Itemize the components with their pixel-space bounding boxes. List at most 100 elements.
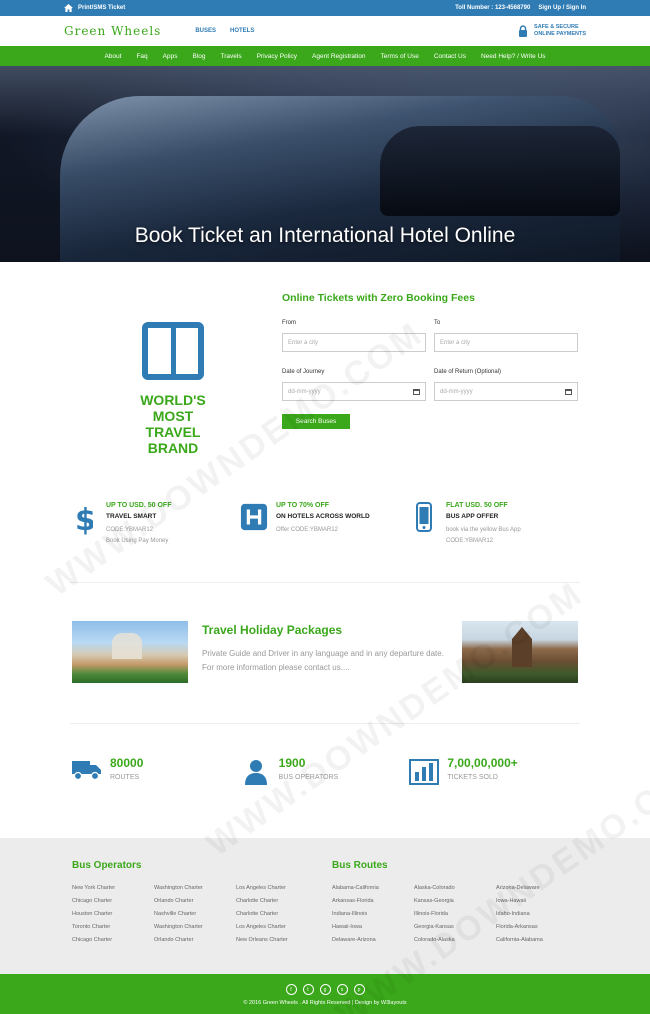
to-input[interactable]: Enter a city — [434, 333, 578, 352]
operator-link[interactable]: Chicago Charter — [72, 898, 154, 911]
dollar-icon: $ — [70, 502, 98, 582]
offer-item: $ UP TO USD. 50 OFF TRAVEL SMART CODE:YB… — [70, 472, 240, 582]
holiday-image-left[interactable] — [72, 621, 188, 683]
safe-line1: SAFE & SECURE — [534, 24, 579, 30]
offer-note: book via the yellow Bus App — [446, 527, 521, 533]
operators-col-3: Los Angeles Charter Charlotte Charter Ch… — [236, 885, 318, 950]
operator-link[interactable]: Orlando Charter — [154, 898, 236, 911]
form-title: Online Tickets with Zero Booking Fees — [282, 292, 475, 304]
return-date-label: Date of Return (Optional) — [434, 369, 502, 375]
nav-travels[interactable]: Travels — [221, 53, 242, 60]
route-link[interactable]: Kansas-Georgia — [414, 898, 496, 911]
route-link[interactable]: Delaware-Arizona — [332, 937, 414, 950]
operator-link[interactable]: New Orleans Charter — [236, 937, 318, 950]
route-link[interactable]: Idaho-Indiana — [496, 911, 578, 924]
svg-text:$: $ — [75, 503, 93, 536]
route-link[interactable]: Florida-Arkansas — [496, 924, 578, 937]
header: Green Wheels BUSES HOTELS SAFE & SECURE … — [0, 16, 650, 46]
stat-item: 1900 BUS OPERATORS — [241, 724, 410, 838]
route-link[interactable]: Hawaii-Iowa — [332, 924, 414, 937]
return-date-input[interactable]: dd-mm-yyyy — [434, 382, 578, 401]
route-link[interactable]: Arkansas-Florida — [332, 898, 414, 911]
print-ticket-link[interactable]: Print/SMS Ticket — [78, 5, 125, 11]
return-date-placeholder: dd-mm-yyyy — [440, 388, 473, 395]
to-label: To — [434, 320, 441, 326]
stat-number: 7,00,00,000+ — [447, 756, 518, 770]
secure-payments: SAFE & SECURE ONLINE PAYMENTS — [518, 24, 586, 38]
operator-link[interactable]: Chicago Charter — [72, 937, 154, 950]
main-nav: About Faq Apps Blog Travels Privacy Poli… — [0, 46, 650, 66]
operator-link[interactable]: Los Angeles Charter — [236, 885, 318, 898]
nav-terms[interactable]: Terms of Use — [381, 53, 419, 60]
route-link[interactable]: Iowa-Hawaii — [496, 898, 578, 911]
holiday-image-right[interactable] — [462, 621, 578, 683]
social-links: f t g s p — [0, 984, 650, 995]
nav-agent[interactable]: Agent Registration — [312, 53, 365, 60]
operator-link[interactable]: Houston Charter — [72, 911, 154, 924]
operator-link[interactable]: Nashville Charter — [154, 911, 236, 924]
offer-item: UP TO 70% OFF ON HOTELS ACROSS WORLD Off… — [240, 472, 410, 582]
route-link[interactable]: Indiana-Illinois — [332, 911, 414, 924]
operator-link[interactable]: Toronto Charter — [72, 924, 154, 937]
operator-link[interactable]: Washington Charter — [154, 885, 236, 898]
route-link[interactable]: Georgia-Kansas — [414, 924, 496, 937]
bus-routes-block: Bus Routes Alabama-California Arkansas-F… — [332, 860, 578, 950]
stats-section: 80000 ROUTES 1900 BUS OPERATORS 7,00,00,… — [0, 724, 650, 838]
home-icon[interactable] — [64, 4, 73, 12]
offer-subtitle: BUS APP OFFER — [446, 513, 499, 520]
nav-about[interactable]: About — [104, 53, 121, 60]
to-placeholder: Enter a city — [440, 339, 471, 346]
from-input[interactable]: Enter a city — [282, 333, 426, 352]
route-link[interactable]: Alabama-California — [332, 885, 414, 898]
nav-help[interactable]: Need Help? / Write Us — [481, 53, 546, 60]
route-link[interactable]: Arizona-Delaware — [496, 885, 578, 898]
nav-apps[interactable]: Apps — [163, 53, 178, 60]
operator-link[interactable]: Charlotte Charter — [236, 911, 318, 924]
nav-buses[interactable]: BUSES — [195, 28, 216, 34]
nav-blog[interactable]: Blog — [192, 53, 205, 60]
stat-label: ROUTES — [110, 774, 140, 781]
stat-item: 80000 ROUTES — [72, 724, 241, 838]
twitter-icon[interactable]: t — [302, 984, 314, 995]
offer-subtitle: ON HOTELS ACROSS WORLD — [276, 513, 370, 520]
route-link[interactable]: Illinois-Florida — [414, 911, 496, 924]
nav-hotels[interactable]: HOTELS — [230, 28, 254, 34]
operator-link[interactable]: New York Charter — [72, 885, 154, 898]
pinterest-icon[interactable]: p — [353, 984, 365, 995]
routes-col-2: Alaska-Colorado Kansas-Georgia Illinois-… — [414, 885, 496, 950]
nav-faq[interactable]: Faq — [136, 53, 147, 60]
toll-number: Toll Number : 123-4568790 — [455, 5, 531, 11]
header-nav: BUSES HOTELS — [195, 28, 254, 34]
operator-link[interactable]: Orlando Charter — [154, 937, 236, 950]
skype-icon[interactable]: s — [336, 984, 348, 995]
stat-number: 80000 — [110, 756, 144, 770]
bus-operators-title: Bus Operators — [72, 860, 142, 871]
facebook-icon[interactable]: f — [285, 984, 297, 995]
user-icon — [241, 756, 271, 838]
copyright: © 2016 Green Wheels . All Rights Reserve… — [243, 1000, 407, 1006]
offer-item: FLAT USD. 50 OFF BUS APP OFFER book via … — [410, 472, 580, 582]
nav-privacy[interactable]: Privacy Policy — [257, 53, 297, 60]
google-icon[interactable]: g — [319, 984, 331, 995]
route-link[interactable]: California-Alabama — [496, 937, 578, 950]
brand-block: WORLD'S MOST TRAVEL BRAND — [120, 322, 226, 456]
route-link[interactable]: Colorado-Alaska — [414, 937, 496, 950]
operator-link[interactable]: Los Angeles Charter — [236, 924, 318, 937]
holiday-title[interactable]: Travel Holiday Packages — [202, 623, 342, 637]
lock-icon — [518, 25, 528, 37]
calendar-icon[interactable] — [565, 388, 572, 395]
bus-routes-title: Bus Routes — [332, 860, 388, 871]
hero-title: Book Ticket an International Hotel Onlin… — [134, 224, 516, 247]
route-link[interactable]: Alaska-Colorado — [414, 885, 496, 898]
journey-date-label: Date of Journey — [282, 369, 325, 375]
journey-date-input[interactable]: dd-mm-yyyy — [282, 382, 426, 401]
stat-label: TICKETS SOLD — [447, 774, 498, 781]
operator-link[interactable]: Washington Charter — [154, 924, 236, 937]
logo[interactable]: Green Wheels — [64, 24, 161, 38]
calendar-icon[interactable] — [413, 388, 420, 395]
signin-link[interactable]: Sign Up / Sign In — [538, 5, 586, 11]
offer-headline: UP TO 70% OFF — [276, 502, 330, 509]
routes-col-1: Alabama-California Arkansas-Florida Indi… — [332, 885, 414, 950]
nav-contact[interactable]: Contact Us — [434, 53, 466, 60]
operator-link[interactable]: Charlotte Charter — [236, 898, 318, 911]
